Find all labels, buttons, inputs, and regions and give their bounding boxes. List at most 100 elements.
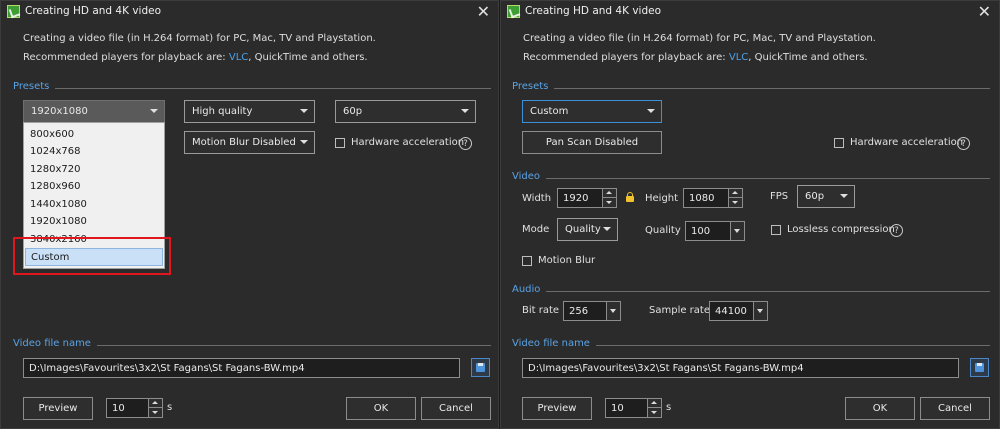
vlc-link[interactable]: VLC xyxy=(229,52,248,63)
preset-combo[interactable]: Custom xyxy=(522,100,662,123)
chevron-down-icon[interactable] xyxy=(606,302,620,320)
sample-rate-label: Sample rate xyxy=(649,305,710,316)
quality-label: Quality xyxy=(645,225,681,236)
motion-blur-combo[interactable]: Motion Blur Disabled xyxy=(184,131,315,154)
help-icon[interactable]: ? xyxy=(459,137,472,150)
bitrate-value: 256 xyxy=(569,305,589,317)
preview-button[interactable]: Preview xyxy=(522,397,592,420)
vlc-link[interactable]: VLC xyxy=(729,52,748,63)
presets-section: Presets xyxy=(13,81,491,94)
cancel-button[interactable]: Cancel xyxy=(421,397,491,420)
chevron-down-icon xyxy=(150,109,158,113)
recommended-prefix: Recommended players for playback are: xyxy=(23,52,226,63)
stepper-up-icon[interactable] xyxy=(729,189,742,198)
stepper-up-icon[interactable] xyxy=(149,399,162,408)
height-stepper[interactable]: 1080 xyxy=(683,188,743,208)
fps-value: 60p xyxy=(805,191,825,202)
preview-seconds-stepper[interactable]: 10 xyxy=(106,398,163,418)
presets-label: Presets xyxy=(512,81,555,92)
video-section: Video xyxy=(512,171,990,184)
dialog-window-right: Creating HD and 4K video ✕ Creating a vi… xyxy=(500,0,1000,429)
dialog-window-left: Creating HD and 4K video ✕ Creating a vi… xyxy=(0,0,499,429)
video-section-label: Video xyxy=(512,171,547,182)
stepper-down-icon[interactable] xyxy=(149,408,162,417)
mode-label: Mode xyxy=(522,224,550,235)
stepper-buttons[interactable] xyxy=(647,399,661,417)
chevron-down-icon xyxy=(300,140,308,144)
presets-section: Presets xyxy=(512,81,990,94)
chevron-down-icon xyxy=(461,109,469,113)
preset-value: Custom xyxy=(530,106,569,117)
annotation-highlight-box xyxy=(13,237,171,275)
resolution-value: 1920x1080 xyxy=(31,106,88,117)
save-file-icon[interactable] xyxy=(471,358,490,377)
stepper-buttons[interactable] xyxy=(728,189,742,207)
fps-combo[interactable]: 60p xyxy=(797,185,855,208)
video-file-path-input[interactable]: D:\Images\Favourites\3x2\St Fagans\St Fa… xyxy=(522,358,959,378)
presets-label: Presets xyxy=(13,81,56,92)
pan-scan-button[interactable]: Pan Scan Disabled xyxy=(522,131,662,154)
audio-section-label: Audio xyxy=(512,284,547,295)
checkbox-box xyxy=(522,255,532,266)
cancel-button[interactable]: Cancel xyxy=(920,397,990,420)
quality-dropdown-input[interactable]: 100 xyxy=(685,221,745,241)
video-file-label: Video file name xyxy=(512,338,596,349)
mode-combo[interactable]: Quality xyxy=(557,218,618,241)
bitrate-dropdown-input[interactable]: 256 xyxy=(563,301,621,321)
preview-seconds-stepper[interactable]: 10 xyxy=(605,398,662,418)
chevron-down-icon[interactable] xyxy=(730,222,744,240)
video-file-section: Video file name xyxy=(512,338,990,351)
lossless-compression-checkbox[interactable]: Lossless compression xyxy=(771,224,895,235)
window-title: Creating HD and 4K video xyxy=(525,5,661,17)
lock-icon[interactable] xyxy=(626,192,634,202)
dropdown-option-800x600[interactable]: 800x600 xyxy=(30,127,74,142)
sample-rate-value: 44100 xyxy=(715,305,747,317)
checkbox-box xyxy=(335,137,345,148)
stepper-down-icon[interactable] xyxy=(648,408,661,417)
window-title: Creating HD and 4K video xyxy=(25,5,161,17)
ok-button[interactable]: OK xyxy=(346,397,416,420)
stepper-down-icon[interactable] xyxy=(729,198,742,207)
quality-value: 100 xyxy=(691,225,711,237)
resolution-combo[interactable]: 1920x1080 xyxy=(23,100,165,123)
stepper-up-icon[interactable] xyxy=(603,189,616,198)
video-file-label: Video file name xyxy=(13,338,97,349)
chevron-down-icon xyxy=(647,109,655,113)
checkbox-box xyxy=(834,137,844,148)
video-file-path-input[interactable]: D:\Images\Favourites\3x2\St Fagans\St Fa… xyxy=(23,358,460,378)
fps-combo[interactable]: 60p xyxy=(335,100,476,123)
quality-combo[interactable]: High quality xyxy=(184,100,315,123)
dropdown-option-1920x1080[interactable]: 1920x1080 xyxy=(30,214,87,229)
preview-button[interactable]: Preview xyxy=(23,397,93,420)
sample-rate-dropdown-input[interactable]: 44100 xyxy=(709,301,768,321)
dropdown-option-1440x1080[interactable]: 1440x1080 xyxy=(30,197,87,212)
fps-label: FPS xyxy=(770,191,789,202)
close-icon[interactable]: ✕ xyxy=(978,2,991,21)
quality-value: High quality xyxy=(192,106,253,117)
hardware-acceleration-checkbox[interactable]: Hardware acceleration xyxy=(335,137,464,148)
stepper-up-icon[interactable] xyxy=(648,399,661,408)
help-icon[interactable]: ? xyxy=(957,137,970,150)
close-icon[interactable]: ✕ xyxy=(477,2,490,21)
chevron-down-icon xyxy=(603,227,611,231)
help-icon[interactable]: ? xyxy=(890,224,903,237)
width-stepper[interactable]: 1920 xyxy=(557,188,617,208)
width-value: 1920 xyxy=(563,192,589,204)
video-file-section: Video file name xyxy=(13,338,491,351)
stepper-buttons[interactable] xyxy=(602,189,616,207)
hardware-acceleration-checkbox[interactable]: Hardware acceleration xyxy=(834,137,963,148)
recommended-suffix: , QuickTime and others. xyxy=(248,52,368,63)
save-file-icon[interactable] xyxy=(970,358,989,377)
stepper-buttons[interactable] xyxy=(148,399,162,417)
dropdown-option-1280x960[interactable]: 1280x960 xyxy=(30,179,80,194)
seconds-unit-label: s xyxy=(167,402,173,413)
ok-button[interactable]: OK xyxy=(845,397,915,420)
dropdown-option-1280x720[interactable]: 1280x720 xyxy=(30,162,80,177)
dropdown-option-1024x768[interactable]: 1024x768 xyxy=(30,144,80,159)
motion-blur-checkbox[interactable]: Motion Blur xyxy=(522,255,595,266)
app-icon xyxy=(507,5,520,18)
chevron-down-icon[interactable] xyxy=(753,302,767,320)
stepper-down-icon[interactable] xyxy=(603,198,616,207)
audio-section: Audio xyxy=(512,284,990,297)
chevron-down-icon xyxy=(840,194,848,198)
